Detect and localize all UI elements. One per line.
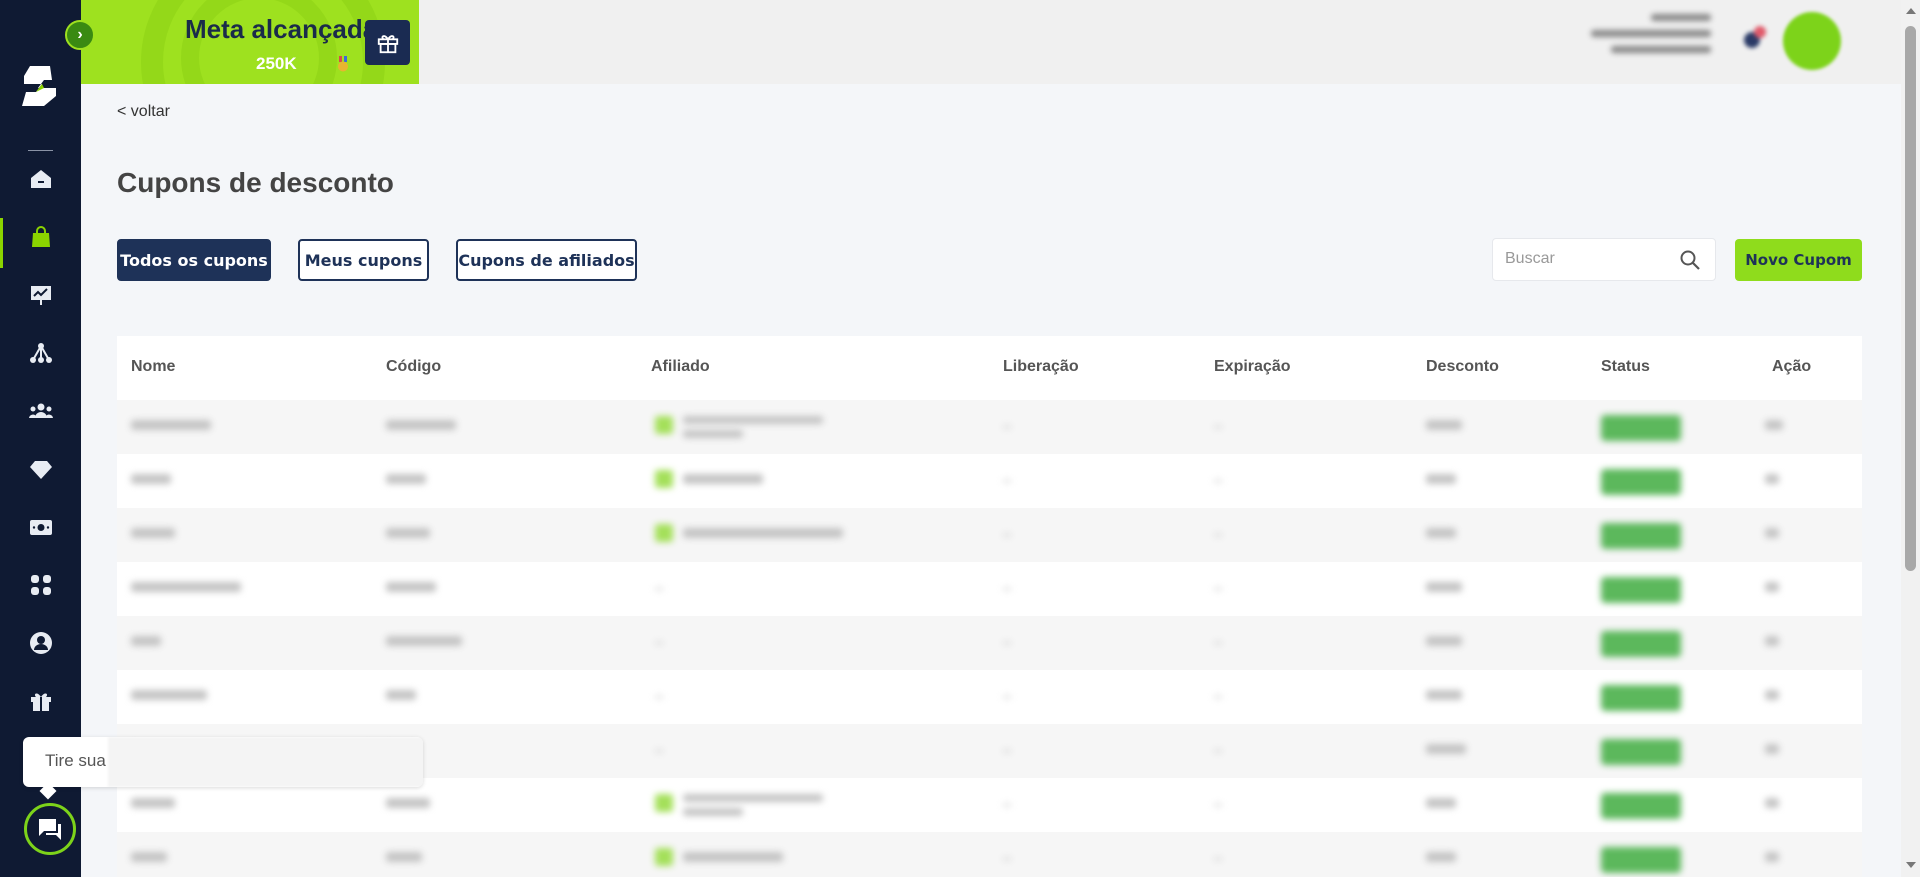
user-circle-icon xyxy=(29,632,52,654)
grid-icon xyxy=(30,575,51,595)
tab-all-coupons[interactable]: Todos os cupons xyxy=(117,239,271,281)
table-header: Nome Código Afiliado Liberação Expiração… xyxy=(117,336,1862,400)
goal-toggle-button[interactable]: › xyxy=(65,20,95,50)
column-header-code[interactable]: Código xyxy=(386,358,441,376)
coupons-table: Nome Código Afiliado Liberação Expiração… xyxy=(117,336,1862,877)
sidebar-item-account[interactable] xyxy=(0,618,81,668)
column-header-status[interactable]: Status xyxy=(1601,358,1650,376)
diamond-icon xyxy=(29,461,52,479)
gift-icon xyxy=(30,693,51,711)
sidebar-item-home[interactable] xyxy=(0,154,81,204)
table-row[interactable] xyxy=(117,400,1862,454)
sidebar-item-products[interactable] xyxy=(0,212,81,268)
shopping-bag-icon xyxy=(31,226,50,247)
back-link[interactable]: < voltar xyxy=(117,103,170,121)
logo-icon[interactable] xyxy=(20,62,60,110)
sidebar-item-sales[interactable] xyxy=(0,270,81,320)
tab-affiliate-coupons[interactable]: Cupons de afiliados xyxy=(456,239,637,281)
column-header-expiration[interactable]: Expiração xyxy=(1214,358,1290,376)
sidebar-item-apps[interactable] xyxy=(0,560,81,610)
column-header-action[interactable]: Ação xyxy=(1772,358,1811,376)
goal-banner: Meta alcançada! 250K xyxy=(81,0,419,84)
goal-title: Meta alcançada! xyxy=(185,14,386,44)
chat-tooltip-blurred-text xyxy=(108,737,423,787)
table-row[interactable] xyxy=(117,670,1862,724)
chat-icon xyxy=(39,819,61,840)
bell-icon[interactable] xyxy=(1740,24,1768,52)
table-row[interactable] xyxy=(117,832,1862,877)
tab-my-coupons[interactable]: Meus cupons xyxy=(298,239,429,281)
chat-tooltip[interactable]: Tire sua xyxy=(23,737,423,787)
money-icon xyxy=(29,520,52,535)
users-icon xyxy=(28,403,53,418)
table-row[interactable] xyxy=(117,616,1862,670)
scroll-thumb[interactable] xyxy=(1905,26,1916,571)
search-input[interactable] xyxy=(1505,250,1665,268)
goal-value: 250K xyxy=(256,54,297,73)
sidebar-divider xyxy=(28,150,53,151)
scroll-up-arrow[interactable] xyxy=(1906,8,1916,14)
page-scrollbar[interactable] xyxy=(1901,0,1920,877)
avatar[interactable] xyxy=(1783,12,1841,70)
table-row[interactable] xyxy=(117,454,1862,508)
chevron-right-icon: › xyxy=(77,26,83,43)
table-row[interactable] xyxy=(117,508,1862,562)
sidebar-item-members[interactable] xyxy=(0,386,81,436)
column-header-discount[interactable]: Desconto xyxy=(1426,358,1499,376)
sidebar-item-affiliates[interactable] xyxy=(0,328,81,378)
search-icon[interactable] xyxy=(1679,249,1701,271)
home-icon xyxy=(30,170,51,188)
network-icon xyxy=(29,343,52,363)
page-title: Cupons de desconto xyxy=(117,167,394,198)
column-header-release[interactable]: Liberação xyxy=(1003,358,1079,376)
medal-icon xyxy=(338,56,348,72)
table-body xyxy=(117,400,1862,877)
presentation-chart-icon xyxy=(30,286,51,305)
user-info xyxy=(1581,14,1711,72)
column-header-name[interactable]: Nome xyxy=(131,358,175,376)
sidebar-item-rewards[interactable] xyxy=(0,676,81,726)
sidebar-item-premium[interactable] xyxy=(0,444,81,494)
goal-gift-button[interactable] xyxy=(365,20,410,65)
column-header-affiliate[interactable]: Afiliado xyxy=(651,358,710,376)
sidebar-item-finance[interactable] xyxy=(0,502,81,552)
gift-icon xyxy=(377,34,398,53)
new-coupon-button[interactable]: Novo Cupom xyxy=(1735,239,1862,281)
search-box xyxy=(1492,238,1716,281)
table-row[interactable] xyxy=(117,562,1862,616)
chat-tooltip-text: Tire sua xyxy=(45,751,106,770)
scroll-down-arrow[interactable] xyxy=(1906,862,1916,868)
chat-button[interactable] xyxy=(24,803,76,855)
topbar xyxy=(419,0,1901,84)
